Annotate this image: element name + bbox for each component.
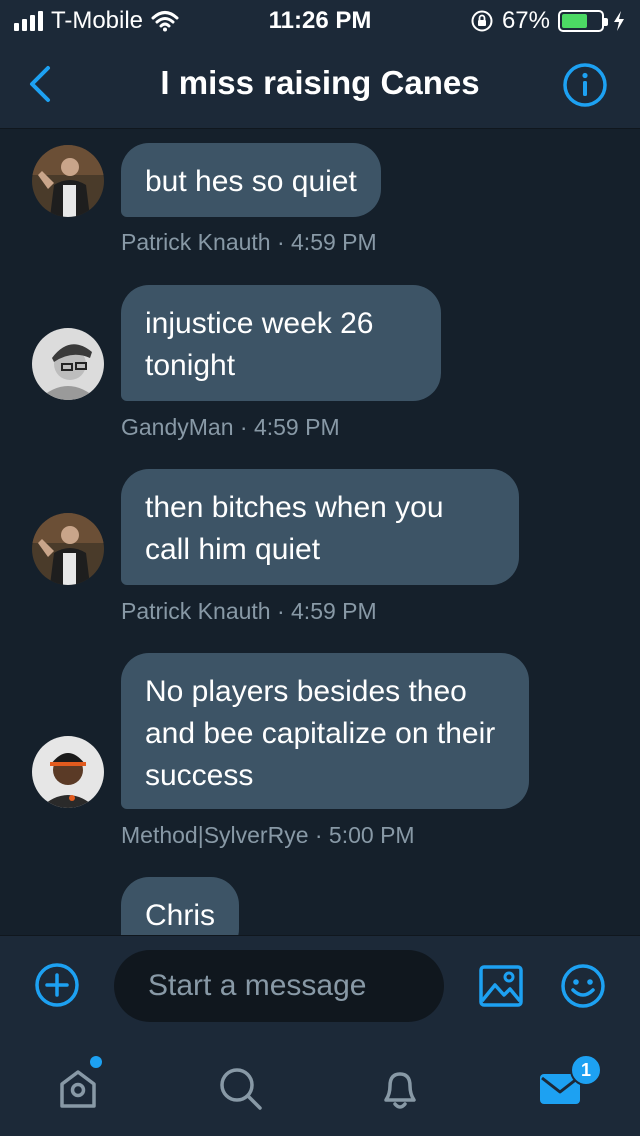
avatar-image	[32, 736, 104, 808]
battery-fill	[562, 14, 587, 28]
battery-nub	[604, 18, 608, 26]
message-text: Chris	[145, 899, 216, 932]
message-bubble[interactable]: Chris	[121, 877, 240, 935]
add-image-button[interactable]	[478, 963, 524, 1009]
search-icon	[220, 1068, 262, 1110]
home-notification-dot	[90, 1056, 102, 1068]
avatar-image	[32, 328, 104, 400]
status-right: 67%	[470, 7, 626, 35]
message-text: then bitches when you call him quiet	[145, 491, 444, 566]
message-meta: GandyMan · 4:59 PM	[121, 414, 340, 440]
smiley-icon	[561, 964, 605, 1008]
conversation-header: I miss raising Canes	[0, 40, 640, 129]
info-icon	[563, 63, 607, 107]
message-meta: Patrick Knauth · 4:59 PM	[121, 229, 377, 255]
avatar-image	[32, 513, 104, 585]
message-text: injustice week 26 tonight	[145, 307, 374, 382]
tab-home[interactable]	[54, 1064, 102, 1112]
back-button[interactable]	[22, 62, 62, 106]
avatar-patrick-knauth[interactable]	[32, 513, 104, 585]
chevron-left-icon	[30, 66, 50, 102]
plus-circle-icon	[35, 963, 79, 1007]
dm-screen: T-Mobile 11:26 PM 67% I miss raising Can…	[0, 0, 640, 1136]
message-text: No players besides theo and bee capitali…	[145, 675, 496, 792]
avatar-method-sylverrye[interactable]	[32, 736, 104, 808]
message-list[interactable]: but hes so quiet Patrick Knauth · 4:59 P…	[0, 129, 640, 935]
tab-notifications[interactable]	[376, 1064, 424, 1112]
bell-icon	[384, 1072, 416, 1109]
image-icon	[479, 965, 523, 1007]
message-bubble[interactable]: then bitches when you call him quiet	[121, 469, 519, 585]
home-icon	[60, 1070, 96, 1108]
add-attachment-button[interactable]	[34, 962, 80, 1008]
avatar-image	[32, 145, 104, 217]
conversation-title[interactable]: I miss raising Canes	[100, 64, 540, 102]
message-input[interactable]	[114, 950, 444, 1022]
message-meta: Method|SylverRye · 5:00 PM	[121, 822, 415, 848]
conversation-info-button[interactable]	[562, 62, 608, 108]
avatar-gandyman[interactable]	[32, 328, 104, 400]
battery-percent: 67%	[501, 7, 550, 34]
message-bubble[interactable]: injustice week 26 tonight	[121, 285, 441, 401]
message-text: but hes so quiet	[145, 165, 357, 198]
message-bubble[interactable]: but hes so quiet	[121, 143, 381, 217]
message-meta: Patrick Knauth · 4:59 PM	[121, 598, 377, 624]
messages-badge: 1	[570, 1054, 602, 1086]
rotation-lock-icon	[471, 10, 493, 32]
message-bubble[interactable]: No players besides theo and bee capitali…	[121, 653, 529, 809]
battery-icon	[558, 10, 608, 32]
charging-bolt-icon	[614, 11, 624, 31]
status-bar: T-Mobile 11:26 PM 67%	[0, 0, 640, 40]
emoji-button[interactable]	[560, 963, 606, 1009]
tab-search[interactable]	[216, 1064, 264, 1112]
avatar-patrick-knauth[interactable]	[32, 145, 104, 217]
